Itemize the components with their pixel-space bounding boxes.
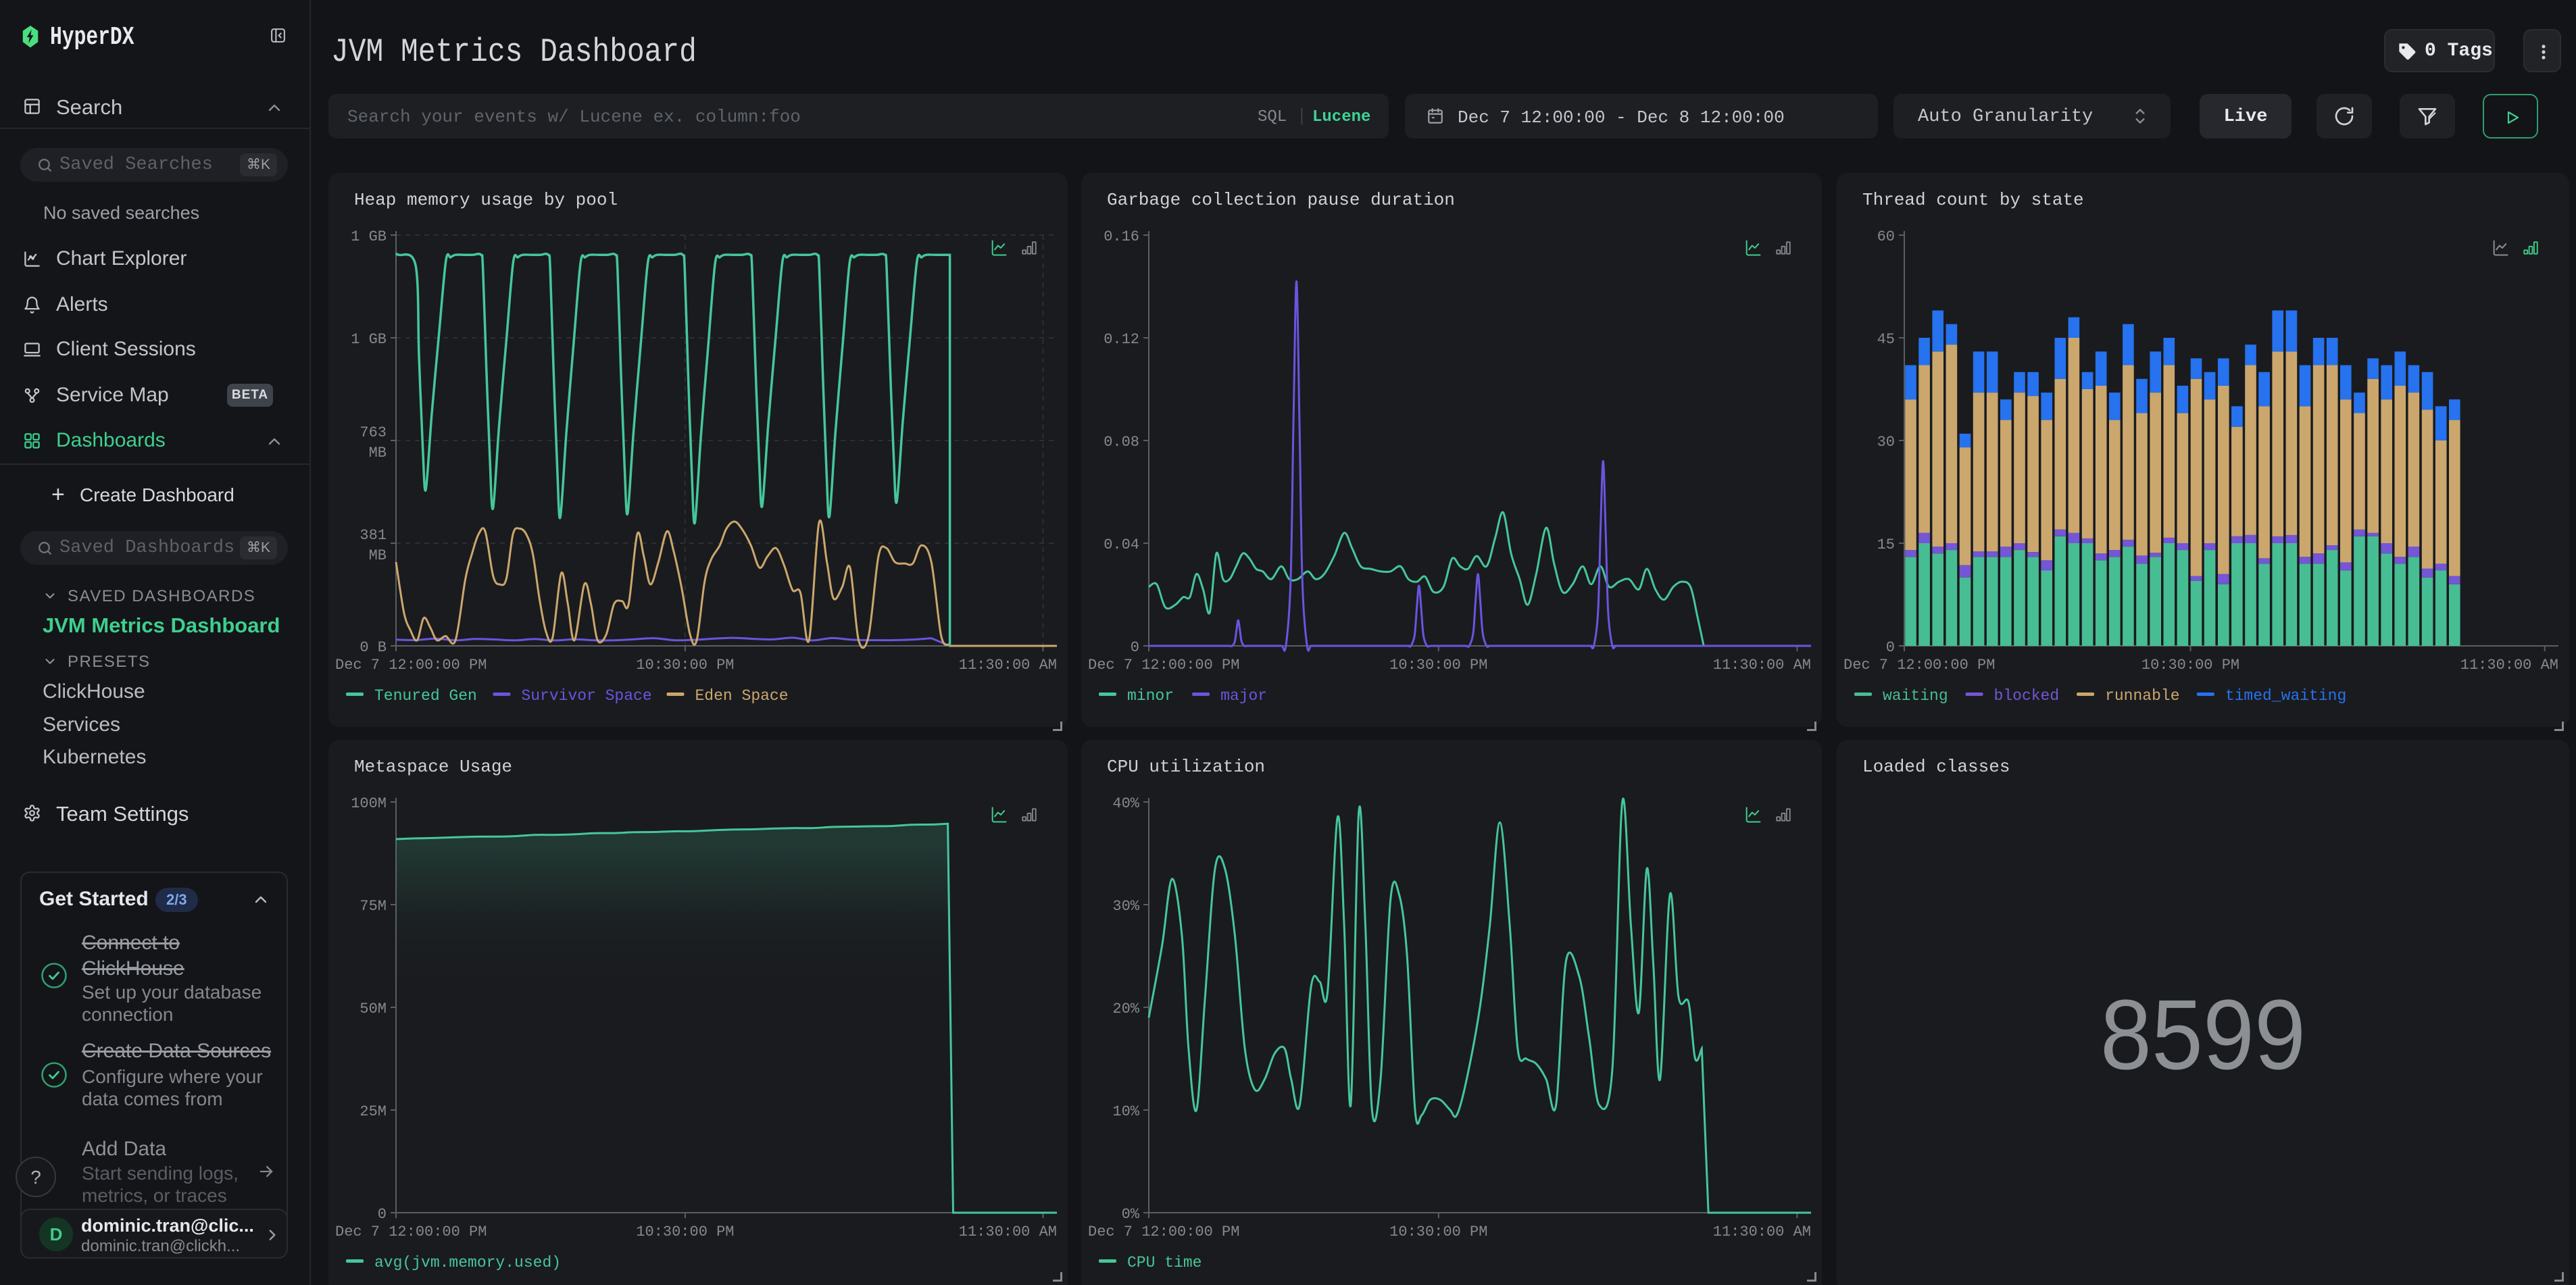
svg-text:60: 60 [1877, 228, 1895, 245]
svg-text:15: 15 [1877, 536, 1895, 553]
svg-text:0.04: 0.04 [1104, 536, 1139, 553]
svg-text:0 B: 0 B [360, 639, 387, 656]
svg-text:100M: 100M [351, 795, 387, 812]
svg-text:10:30:00 PM: 10:30:00 PM [1389, 657, 1487, 674]
svg-text:30%: 30% [1112, 898, 1139, 915]
svg-text:Dec 7 12:00:00 PM: Dec 7 12:00:00 PM [1088, 657, 1239, 674]
svg-text:11:30:00 AM: 11:30:00 AM [1713, 1224, 1811, 1240]
svg-text:10:30:00 PM: 10:30:00 PM [1389, 1224, 1487, 1240]
svg-text:0.08: 0.08 [1104, 434, 1139, 451]
svg-text:0: 0 [1131, 639, 1139, 656]
svg-text:Dec 7 12:00:00 PM: Dec 7 12:00:00 PM [1088, 1224, 1239, 1240]
svg-text:Dec 7 12:00:00 PM: Dec 7 12:00:00 PM [335, 657, 487, 674]
svg-text:major: major [1220, 687, 1267, 705]
svg-text:MB: MB [369, 445, 387, 461]
svg-text:0%: 0% [1122, 1206, 1140, 1223]
svg-text:blocked: blocked [1994, 687, 2060, 705]
svg-text:10:30:00 PM: 10:30:00 PM [636, 657, 734, 674]
svg-text:11:30:00 AM: 11:30:00 AM [959, 1224, 1057, 1240]
svg-text:25M: 25M [360, 1103, 387, 1120]
svg-text:MB: MB [369, 547, 387, 564]
svg-text:avg(jvm.memory.used): avg(jvm.memory.used) [374, 1254, 561, 1271]
svg-text:381: 381 [360, 527, 387, 544]
svg-text:0.12: 0.12 [1104, 331, 1139, 348]
svg-text:50M: 50M [360, 1001, 387, 1017]
svg-text:Dec 7 12:00:00 PM: Dec 7 12:00:00 PM [1843, 657, 1995, 674]
svg-text:0.16: 0.16 [1104, 228, 1139, 245]
svg-text:minor: minor [1127, 687, 1174, 705]
svg-text:45: 45 [1877, 331, 1895, 348]
svg-text:Dec 7 12:00:00 PM: Dec 7 12:00:00 PM [335, 1224, 487, 1240]
svg-text:10:30:00 PM: 10:30:00 PM [2141, 657, 2239, 674]
svg-text:CPU time: CPU time [1127, 1254, 1202, 1271]
svg-text:0: 0 [378, 1206, 387, 1223]
svg-text:40%: 40% [1112, 795, 1139, 812]
svg-text:20%: 20% [1112, 1001, 1139, 1017]
svg-text:11:30:00 AM: 11:30:00 AM [2460, 657, 2558, 674]
svg-text:Survivor Space: Survivor Space [521, 687, 651, 705]
svg-text:runnable: runnable [2105, 687, 2179, 705]
svg-text:30: 30 [1877, 434, 1895, 451]
svg-text:75M: 75M [360, 898, 387, 915]
svg-text:10%: 10% [1112, 1103, 1139, 1120]
svg-text:0: 0 [1886, 639, 1895, 656]
svg-text:Tenured Gen: Tenured Gen [374, 687, 477, 705]
svg-text:waiting: waiting [1883, 687, 1948, 705]
svg-text:timed_waiting: timed_waiting [2225, 687, 2346, 705]
svg-text:Eden Space: Eden Space [695, 687, 789, 705]
svg-text:763: 763 [360, 424, 387, 441]
svg-text:1 GB: 1 GB [351, 228, 387, 245]
svg-text:11:30:00 AM: 11:30:00 AM [1713, 657, 1811, 674]
svg-text:1 GB: 1 GB [351, 331, 387, 348]
svg-text:10:30:00 PM: 10:30:00 PM [636, 1224, 734, 1240]
svg-text:11:30:00 AM: 11:30:00 AM [959, 657, 1057, 674]
